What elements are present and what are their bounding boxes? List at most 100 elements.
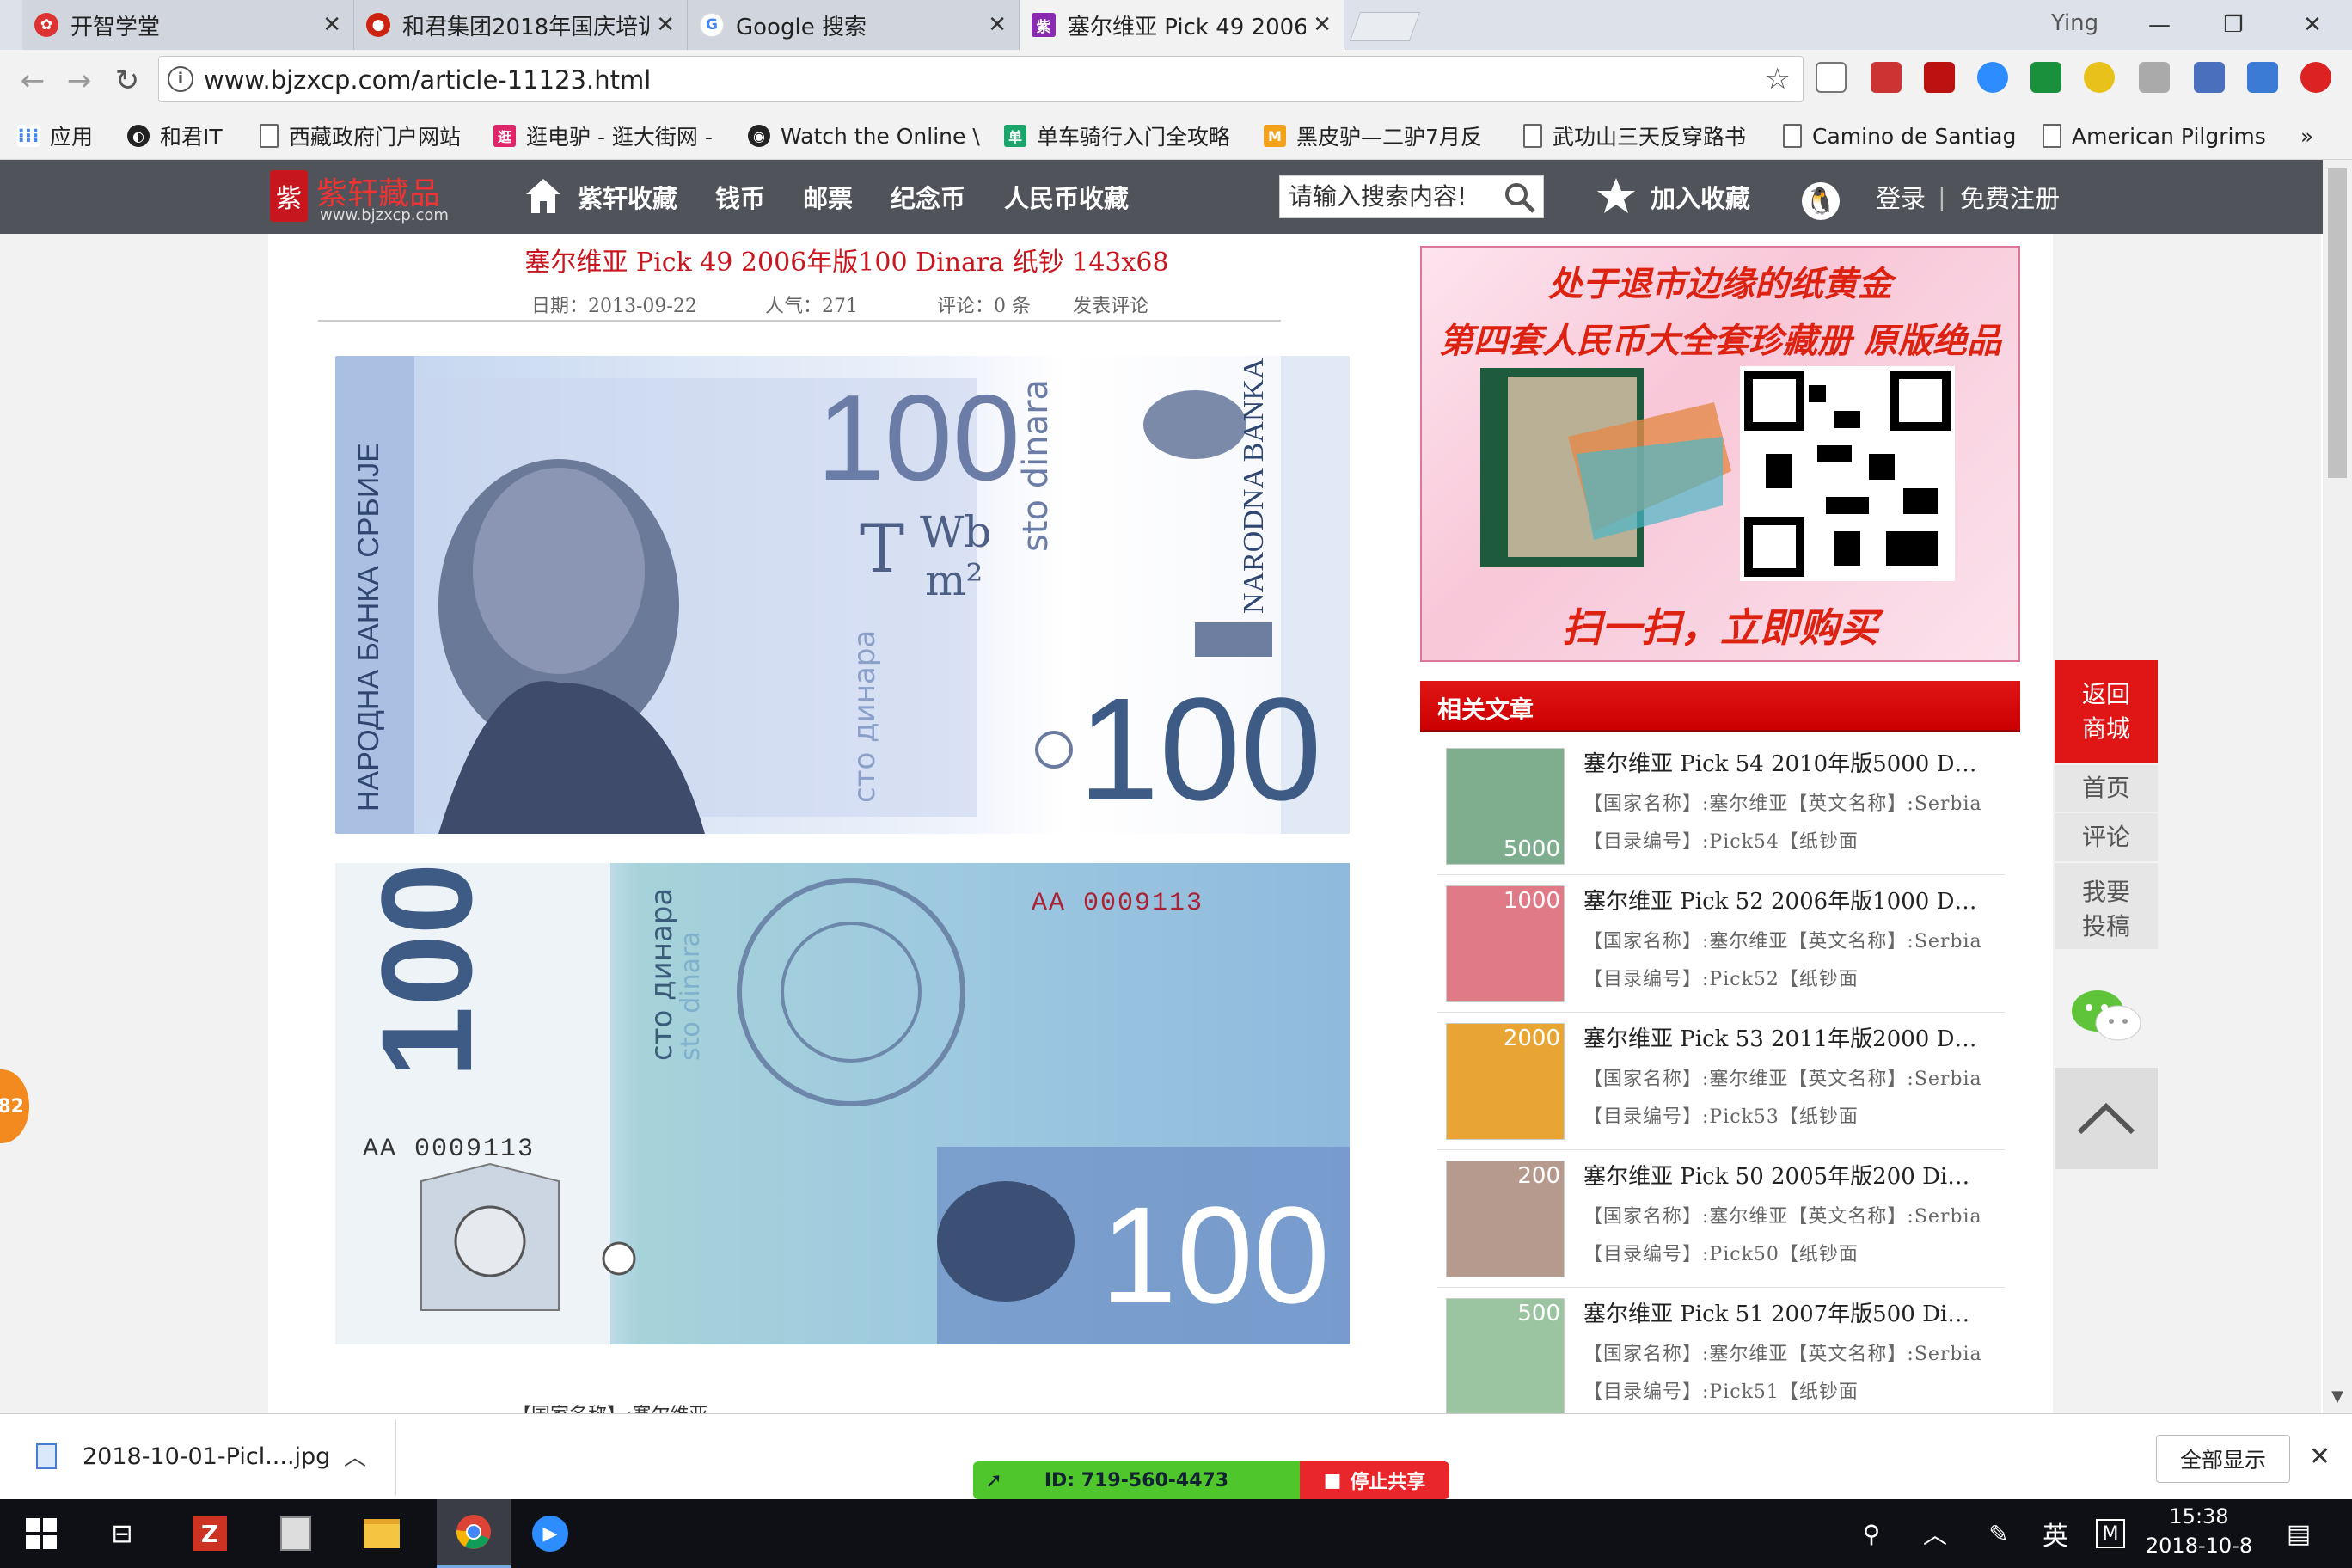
tab-kaizhi[interactable]: ✿ 开智学堂 ✕ bbox=[22, 0, 354, 50]
ime-indicator[interactable]: 英 bbox=[2034, 1499, 2077, 1568]
address-bar[interactable]: i www.bjzxcp.com/article-11123.html ☆ bbox=[158, 56, 1804, 102]
new-tab-button[interactable] bbox=[1349, 12, 1421, 41]
add-favorite-link[interactable]: 加入收藏 bbox=[1651, 160, 1750, 234]
bookmark-wugongshan[interactable]: 武功山三天反穿路书 bbox=[1523, 112, 1746, 160]
qq-penguin-icon[interactable]: 🐧 bbox=[1802, 182, 1840, 220]
site-logo[interactable]: 紫 紫轩藏品 www.bjzxcp.com bbox=[270, 168, 469, 225]
related-title[interactable]: 塞尔维亚 Pick 50 2005年版200 Di… bbox=[1583, 1159, 2005, 1191]
back-arrow-icon[interactable]: ← bbox=[12, 60, 53, 101]
up-extension-icon[interactable] bbox=[2300, 62, 2331, 93]
comment-button[interactable]: 评论 bbox=[2055, 813, 2158, 861]
tab-close-icon[interactable]: ✕ bbox=[1313, 12, 1332, 38]
related-title[interactable]: 塞尔维亚 Pick 54 2010年版5000 D… bbox=[1583, 746, 2005, 778]
evernote-extension-icon[interactable] bbox=[1871, 62, 1902, 93]
login-link[interactable]: 登录 bbox=[1876, 160, 1926, 234]
download-menu-chevron-icon[interactable]: ︿ bbox=[344, 1440, 366, 1472]
tab-close-icon[interactable]: ✕ bbox=[322, 12, 341, 38]
stop-sharing-label: 停止共享 bbox=[1350, 1472, 1426, 1493]
nav-coins[interactable]: 钱币 bbox=[715, 160, 765, 234]
related-title[interactable]: 塞尔维亚 Pick 51 2007年版500 Di… bbox=[1583, 1296, 2005, 1328]
bookmark-watch-online[interactable]: ◉ Watch the Online \ bbox=[748, 112, 980, 160]
bookmark-cycling[interactable]: 单单车骑行入门全攻略 bbox=[1004, 112, 1230, 160]
zoom-app-icon[interactable]: ▶ bbox=[524, 1499, 576, 1568]
post-comment-link[interactable]: 发表评论 bbox=[1073, 291, 1148, 318]
forward-arrow-icon[interactable]: → bbox=[58, 60, 100, 101]
profile-name[interactable]: Ying bbox=[2051, 10, 2098, 36]
pen-icon[interactable]: ✎ bbox=[1977, 1499, 2020, 1568]
register-link[interactable]: 免费注册 bbox=[1960, 160, 2060, 234]
bookmark-hejunit[interactable]: ◐ 和君IT bbox=[127, 112, 223, 160]
tab-serbia-article[interactable]: 紫 塞尔维亚 Pick 49 2006年 ✕ bbox=[1020, 0, 1344, 50]
green-extension-icon[interactable] bbox=[2030, 62, 2061, 93]
info-icon[interactable]: i bbox=[168, 66, 193, 92]
star-icon[interactable] bbox=[1596, 175, 1637, 217]
tab-close-icon[interactable]: ✕ bbox=[988, 12, 1007, 38]
home-icon[interactable] bbox=[523, 175, 564, 217]
scrollbar-thumb[interactable] bbox=[2328, 168, 2347, 478]
related-item[interactable]: 2000 塞尔维亚 Pick 53 2011年版2000 D… 【国家名称】:塞… bbox=[1437, 1013, 2005, 1150]
restore-icon[interactable]: ❐ bbox=[2194, 0, 2273, 50]
nav-rmb-collection[interactable]: 人民币收藏 bbox=[1004, 160, 1129, 234]
tray-overflow-chevron-icon[interactable]: ︿ bbox=[1914, 1499, 1957, 1568]
reload-icon[interactable]: ↻ bbox=[107, 60, 148, 101]
zoom-extension-icon[interactable] bbox=[1977, 62, 2008, 93]
hejun-favicon-icon: ● bbox=[366, 13, 390, 37]
document-extension-icon[interactable] bbox=[1816, 62, 1847, 93]
task-view-icon[interactable]: ⊟ bbox=[96, 1499, 148, 1568]
vertical-scrollbar[interactable] bbox=[2323, 160, 2352, 1413]
nav-zixuan-collection[interactable]: 紫轩收藏 bbox=[578, 160, 677, 234]
scroll-down-arrow-icon[interactable]: ▼ bbox=[2323, 1387, 2352, 1413]
related-item[interactable]: 5000 塞尔维亚 Pick 54 2010年版5000 D… 【国家名称】:塞… bbox=[1437, 738, 2005, 875]
lines-extension-icon[interactable] bbox=[2247, 62, 2278, 93]
bookmarks-overflow[interactable]: » bbox=[2300, 112, 2313, 160]
nav-commemorative-coins[interactable]: 纪念币 bbox=[891, 160, 965, 234]
clock-time[interactable]: 15:38 bbox=[2147, 1504, 2251, 1528]
promo-banner[interactable]: 处于退市边缘的纸黄金 第四套人民币大全套珍藏册 原版绝品 扫一扫，立即购买 bbox=[1420, 246, 2020, 662]
chrome-app-icon[interactable] bbox=[437, 1499, 511, 1568]
clock-date[interactable]: 2018-10-8 bbox=[2139, 1534, 2259, 1558]
notification-center-icon[interactable]: ▤ bbox=[2273, 1499, 2324, 1568]
related-item[interactable]: 1000 塞尔维亚 Pick 52 2006年版1000 D… 【国家名称】:塞… bbox=[1437, 875, 2005, 1013]
search-icon[interactable] bbox=[1504, 181, 1536, 214]
people-icon[interactable]: ⚲ bbox=[1850, 1499, 1893, 1568]
tab-google[interactable]: G Google 搜索 ✕ bbox=[688, 0, 1020, 50]
stop-sharing-button[interactable]: ■ 停止共享 bbox=[1300, 1461, 1449, 1499]
windows-start-icon[interactable] bbox=[15, 1499, 67, 1568]
key-extension-icon[interactable] bbox=[2084, 62, 2115, 93]
tab-title: Google 搜索 bbox=[736, 14, 867, 40]
bookmark-guangdianlv[interactable]: 逛逛电驴 - 逛大街网 - bbox=[493, 112, 713, 160]
bookmark-american-pilgrims[interactable]: American Pilgrims bbox=[2043, 112, 2266, 160]
kaizhi-favicon-icon: ✿ bbox=[34, 13, 58, 37]
window-close-icon[interactable]: ✕ bbox=[2273, 0, 2352, 50]
tab-close-icon[interactable]: ✕ bbox=[656, 12, 675, 38]
close-download-bar-icon[interactable]: ✕ bbox=[2309, 1442, 2331, 1472]
related-item[interactable]: 200 塞尔维亚 Pick 50 2005年版200 Di… 【国家名称】:塞尔… bbox=[1437, 1150, 2005, 1288]
wechat-icon[interactable] bbox=[2068, 985, 2146, 1045]
file-explorer-icon[interactable] bbox=[356, 1499, 407, 1568]
bookmark-camino[interactable]: Camino de Santiag bbox=[1783, 112, 2016, 160]
submit-article-button[interactable]: 我要投稿 bbox=[2055, 863, 2158, 949]
pdf-extension-icon[interactable] bbox=[1924, 62, 1955, 93]
related-title[interactable]: 塞尔维亚 Pick 53 2011年版2000 D… bbox=[1583, 1021, 2005, 1053]
bookmark-star-icon[interactable]: ☆ bbox=[1765, 62, 1791, 96]
bookmark-heipilv[interactable]: M 黑皮驴—二驴7月反 bbox=[1264, 112, 1482, 160]
nav-stamps[interactable]: 邮票 bbox=[803, 160, 853, 234]
calculator-app-icon[interactable] bbox=[270, 1499, 322, 1568]
related-item[interactable]: 500 塞尔维亚 Pick 51 2007年版500 Di… 【国家名称】:塞尔… bbox=[1437, 1288, 2005, 1413]
network-extension-icon[interactable] bbox=[2194, 62, 2225, 93]
tab-hejun[interactable]: ● 和君集团2018年国庆培训 ✕ bbox=[354, 0, 688, 50]
download-filename[interactable]: 2018-10-01-Picl....jpg bbox=[83, 1443, 330, 1470]
zotero-app-icon[interactable]: Z bbox=[184, 1499, 236, 1568]
m-tray-icon[interactable]: M bbox=[2089, 1499, 2132, 1568]
back-to-top-button[interactable] bbox=[2055, 1068, 2158, 1169]
show-all-downloads-button[interactable]: 全部显示 bbox=[2156, 1435, 2290, 1483]
url-text[interactable]: www.bjzxcp.com/article-11123.html bbox=[204, 65, 651, 95]
related-title[interactable]: 塞尔维亚 Pick 52 2006年版1000 D… bbox=[1583, 884, 2005, 916]
home-button[interactable]: 首页 bbox=[2055, 765, 2158, 812]
minimize-icon[interactable]: — bbox=[2120, 0, 2199, 50]
search-input[interactable] bbox=[1280, 176, 1495, 216]
bookmark-tibet-gov[interactable]: 西藏政府门户网站 bbox=[260, 112, 461, 160]
bookmark-apps[interactable]: ⁝⁝⁝ 应用 bbox=[17, 112, 93, 160]
back-to-mall-button[interactable]: 返回商城 bbox=[2055, 660, 2158, 763]
shield-extension-icon[interactable] bbox=[2139, 62, 2170, 93]
